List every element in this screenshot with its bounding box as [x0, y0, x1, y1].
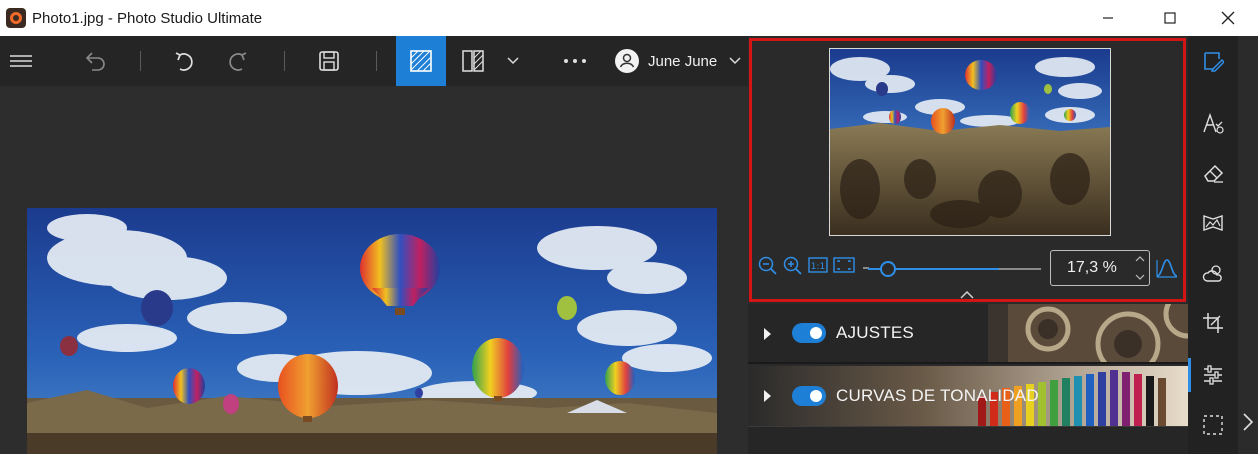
weather-button[interactable] — [1200, 260, 1226, 286]
more-button[interactable] — [560, 36, 590, 86]
adjustments-button[interactable] — [1200, 362, 1226, 388]
undo-icon — [175, 52, 193, 71]
crop-icon — [1203, 313, 1223, 333]
section-curvas[interactable]: CURVAS DE TONALIDAD — [748, 366, 1188, 426]
panel-footer — [748, 426, 1188, 454]
adjustments-icon — [1204, 365, 1222, 385]
undo-all-icon — [85, 52, 105, 71]
edit-icon — [1204, 52, 1224, 72]
user-avatar-icon — [615, 49, 639, 73]
section-label: AJUSTES — [836, 323, 914, 342]
app-logo-icon — [6, 8, 26, 28]
undo-button[interactable] — [170, 36, 200, 86]
navigator-thumbnail[interactable] — [829, 48, 1111, 236]
user-account-button[interactable]: June June — [615, 36, 743, 86]
svg-text:1:1: 1:1 — [811, 262, 825, 272]
chevron-right-icon — [1243, 413, 1254, 431]
compare-view-icon — [462, 50, 484, 72]
zoom-increment-button[interactable] — [1135, 254, 1145, 264]
redo-icon — [229, 52, 247, 71]
right-panel: 1:1 17,3 % AJUSTES CURVAS DE TONALIDAD — [748, 36, 1188, 454]
fit-to-window-button[interactable] — [833, 257, 855, 278]
main-toolbar: June June — [0, 36, 748, 86]
chevron-down-icon — [1135, 274, 1145, 280]
compare-view-button[interactable] — [458, 36, 488, 86]
chevron-up-icon — [1135, 256, 1145, 262]
eraser-icon — [1204, 164, 1224, 183]
crop-button[interactable] — [1200, 310, 1226, 336]
user-name: June June — [648, 52, 718, 70]
sidebar-expander[interactable] — [1238, 36, 1258, 454]
zoom-value-field[interactable]: 17,3 % — [1050, 250, 1150, 286]
weather-icon — [1202, 265, 1222, 282]
eraser-button[interactable] — [1200, 160, 1226, 186]
ajustes-toggle[interactable] — [792, 323, 826, 343]
minimize-icon — [1103, 17, 1113, 19]
single-view-icon — [410, 50, 432, 72]
expand-ajustes-icon[interactable] — [764, 328, 771, 340]
fit-screen-icon — [833, 257, 855, 273]
active-tool-indicator — [1188, 358, 1191, 392]
curvas-toggle[interactable] — [792, 386, 826, 406]
image-canvas[interactable] — [0, 86, 748, 454]
chevron-down-icon — [729, 57, 741, 65]
landscape-icon — [1203, 215, 1223, 231]
tool-sidebar — [1188, 36, 1238, 454]
menu-icon — [10, 55, 32, 67]
text-effects-icon — [1203, 112, 1224, 134]
undo-all-button[interactable] — [80, 36, 110, 86]
close-button[interactable] — [1198, 0, 1258, 36]
actual-size-button[interactable]: 1:1 — [808, 257, 828, 278]
view-options-dropdown[interactable] — [502, 36, 524, 86]
selection-icon — [1203, 415, 1223, 435]
main-photo — [27, 208, 717, 454]
chevron-down-icon — [507, 57, 519, 65]
landscape-button[interactable] — [1200, 210, 1226, 236]
zoom-slider-handle[interactable] — [880, 261, 896, 277]
section-label: CURVAS DE TONALIDAD — [836, 386, 1039, 405]
minimize-button[interactable] — [1078, 0, 1138, 36]
save-icon — [319, 51, 339, 71]
maximize-button[interactable] — [1140, 0, 1200, 36]
menu-button[interactable] — [6, 36, 36, 86]
edit-tool-button[interactable] — [1200, 48, 1226, 74]
zoom-controls: 1:1 17,3 % — [752, 246, 1183, 286]
histogram-icon — [1156, 259, 1178, 278]
zoom-decrement-button[interactable] — [1135, 272, 1145, 282]
histogram-button[interactable] — [1156, 256, 1178, 283]
zoom-value: 17,3 % — [1067, 259, 1117, 276]
title-bar: Photo1.jpg - Photo Studio Ultimate — [0, 0, 1258, 36]
text-effects-button[interactable] — [1200, 110, 1226, 136]
actual-size-icon: 1:1 — [808, 257, 828, 273]
zoom-in-button[interactable] — [783, 256, 803, 281]
collapse-navigator-button[interactable] — [960, 286, 974, 304]
app-window: Photo1.jpg - Photo Studio Ultimate June … — [0, 0, 1258, 454]
selection-button[interactable] — [1200, 412, 1226, 438]
more-icon — [564, 59, 586, 63]
chevron-up-icon — [960, 290, 974, 299]
single-view-button[interactable] — [396, 36, 446, 86]
expand-curvas-icon[interactable] — [764, 390, 771, 402]
redo-button[interactable] — [222, 36, 252, 86]
zoom-out-icon — [758, 256, 777, 275]
window-title: Photo1.jpg - Photo Studio Ultimate — [32, 9, 263, 27]
section-ajustes[interactable]: AJUSTES — [748, 304, 1188, 364]
zoom-out-button[interactable] — [758, 256, 778, 281]
zoom-in-icon — [783, 256, 802, 275]
close-icon — [1221, 11, 1235, 25]
save-button[interactable] — [314, 36, 344, 86]
maximize-icon — [1164, 12, 1176, 24]
navigator-panel: 1:1 17,3 % — [749, 38, 1186, 302]
